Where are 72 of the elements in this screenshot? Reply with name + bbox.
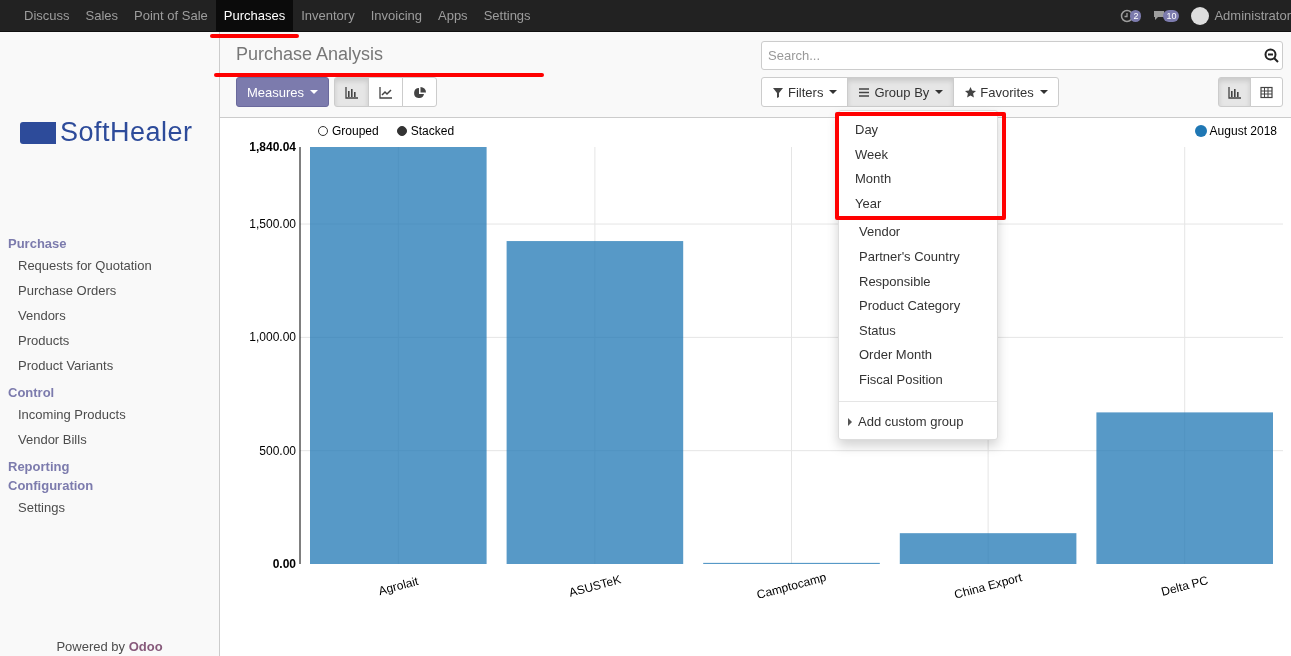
legend-label: August 2018 — [1209, 124, 1277, 138]
group-by-option[interactable]: Week — [839, 142, 908, 168]
group-by-option[interactable]: Year — [839, 191, 902, 217]
app-menu-item[interactable]: Sales — [77, 0, 127, 31]
activity-count: 2 — [1130, 9, 1142, 22]
mode-label[interactable]: Grouped — [332, 124, 379, 138]
group-by-option[interactable]: Order Month — [839, 343, 952, 368]
line-chart-icon — [379, 85, 393, 99]
group-by-option[interactable]: Responsible — [839, 269, 951, 295]
mode-label[interactable]: Stacked — [410, 124, 455, 138]
pie-chart-button[interactable] — [402, 77, 438, 107]
menu-item[interactable]: Incoming Products — [0, 402, 144, 427]
menu-item[interactable]: Product Variants — [0, 353, 132, 378]
bar-chart-icon — [345, 85, 359, 99]
menu-item[interactable]: Settings — [0, 495, 83, 520]
axis-tick-label: 0.00 — [272, 557, 296, 571]
group-by-option[interactable]: Status — [839, 318, 916, 344]
group-by-option[interactable]: Fiscal Position — [839, 367, 963, 393]
group-by-option[interactable]: Product Category — [839, 294, 981, 319]
menu-item[interactable]: Vendors — [0, 303, 84, 328]
menu-section-title[interactable]: Control — [0, 383, 219, 402]
page-title: Purchase Analysis — [236, 41, 384, 67]
category-label: Agrolait — [376, 573, 420, 599]
axis-tick-label: 1,000.00 — [249, 330, 296, 345]
user-name[interactable]: Administrator — [1214, 8, 1291, 23]
search-icon — [1264, 48, 1279, 63]
group-dropdown-button[interactable]: Group By — [847, 77, 955, 107]
category-label: Delta PC — [1159, 573, 1210, 599]
avatar[interactable] — [1191, 6, 1210, 25]
app-menu-item[interactable]: Point of Sale — [126, 0, 216, 31]
pivot-view-button[interactable] — [1250, 77, 1283, 107]
menu-item[interactable]: Requests for Quotation — [0, 253, 170, 278]
axis-tick-label: 1,500.00 — [249, 217, 296, 232]
app-menu-item[interactable]: Discuss — [16, 0, 78, 31]
graph-view-button[interactable] — [1218, 77, 1251, 107]
app-menu-item[interactable]: Invoicing — [362, 0, 430, 31]
menu-section-title[interactable]: Configuration — [0, 476, 219, 495]
menu-item[interactable]: Vendor Bills — [0, 427, 105, 452]
add-custom-group-option[interactable]: Add custom group — [858, 409, 964, 435]
menu-section-title[interactable]: Purchase — [0, 234, 219, 253]
app-menu-item[interactable]: Apps — [430, 0, 476, 31]
list-icon — [858, 85, 872, 99]
measures-button[interactable]: Measures — [236, 77, 330, 107]
caret-right-icon — [848, 417, 852, 426]
message-count: 10 — [1163, 9, 1180, 22]
radio-button[interactable] — [318, 126, 328, 136]
star-icon — [964, 85, 978, 99]
app-menu-item[interactable]: Inventory — [293, 0, 363, 31]
legend-dot[interactable] — [1194, 125, 1207, 137]
bar-chart-icon — [1228, 85, 1241, 99]
axis-tick-label: 1,840.04 — [249, 140, 296, 154]
axis-tick-label: 500.00 — [259, 443, 296, 458]
menu-section-title[interactable]: Reporting — [0, 457, 219, 476]
line-chart-button[interactable] — [368, 77, 404, 107]
app-menu-item[interactable]: Settings — [475, 0, 539, 31]
menu-item[interactable]: Products — [0, 328, 88, 353]
filter-icon — [772, 85, 785, 99]
search-field[interactable]: Search... — [761, 41, 1283, 70]
bar-chart-button[interactable] — [334, 77, 370, 107]
category-label: China Export — [952, 570, 1024, 602]
table-icon — [1260, 85, 1273, 99]
logo: SoftHealer — [20, 117, 219, 148]
radio-button[interactable] — [396, 126, 407, 136]
pie-chart-icon — [413, 85, 427, 99]
star-dropdown-button[interactable]: Favorites — [953, 77, 1059, 107]
filter-dropdown-button[interactable]: Filters — [761, 77, 849, 107]
group-by-option[interactable]: Vendor — [839, 220, 921, 245]
group-by-option[interactable]: Partner's Country — [839, 244, 980, 270]
menu-item[interactable]: Purchase Orders — [0, 278, 135, 303]
group-by-option[interactable]: Month — [839, 167, 912, 192]
powered-by-text: Powered by Odoo — [55, 639, 164, 656]
group-by-option[interactable]: Day — [839, 118, 899, 143]
